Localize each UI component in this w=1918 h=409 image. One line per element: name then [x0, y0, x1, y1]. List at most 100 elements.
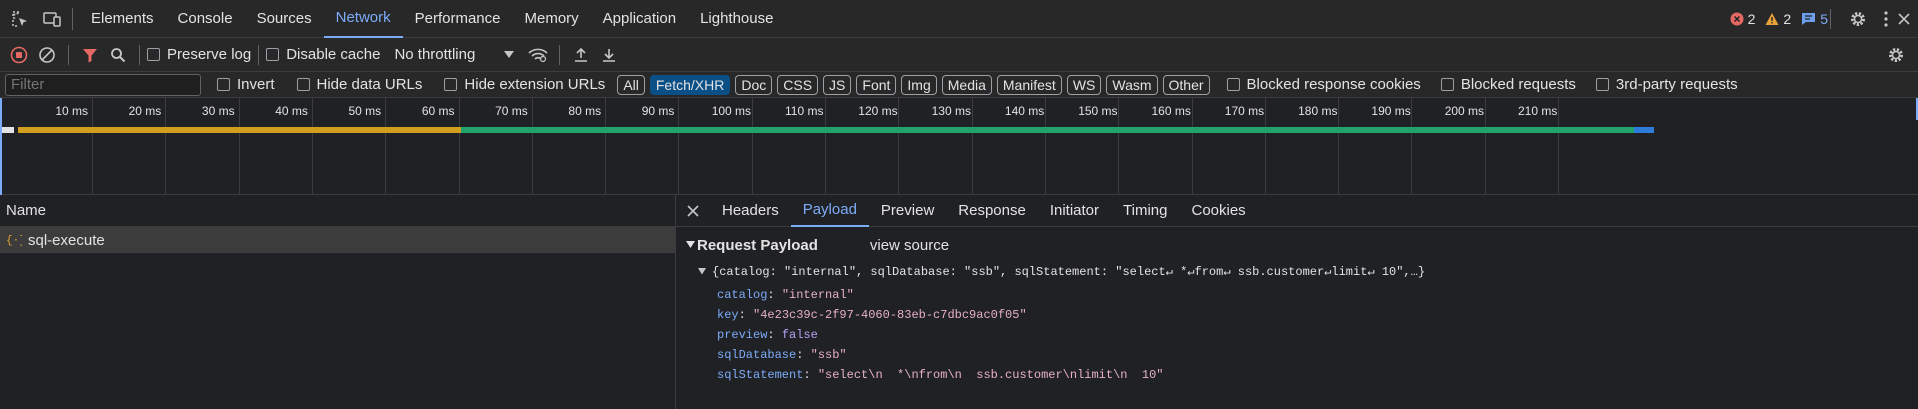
- tab-network[interactable]: Network: [323, 0, 403, 38]
- checkbox-icon[interactable]: [1226, 78, 1240, 91]
- request-row[interactable]: {·} sql-execute: [0, 227, 675, 253]
- colon: :: [796, 348, 811, 362]
- warning-badge[interactable]: 2: [1765, 11, 1791, 27]
- hide-data-urls-checkbox[interactable]: Hide data URLs: [296, 76, 422, 93]
- timeline-tick-label: 100 ms: [711, 104, 752, 118]
- import-har-icon[interactable]: [567, 41, 595, 69]
- section-title: Request Payload: [697, 236, 818, 254]
- type-filter-js[interactable]: JS: [823, 74, 852, 95]
- close-details-icon[interactable]: [676, 197, 710, 225]
- filter-input[interactable]: [5, 73, 201, 96]
- payload-field[interactable]: sqlStatement: "select\n *\nfrom\n ssb.cu…: [717, 365, 1918, 385]
- tab-sources[interactable]: Sources: [245, 0, 324, 38]
- invert-checkbox[interactable]: Invert: [217, 76, 275, 93]
- tab-memory[interactable]: Memory: [513, 0, 591, 38]
- clear-icon[interactable]: [33, 41, 61, 69]
- payload-summary-row[interactable]: {catalog: "internal", sqlDatabase: "ssb"…: [686, 261, 1918, 281]
- export-har-icon[interactable]: [595, 41, 623, 69]
- type-filter-css[interactable]: CSS: [777, 74, 819, 95]
- filter-funnel-icon[interactable]: [76, 41, 104, 69]
- inspect-element-icon[interactable]: [6, 5, 34, 33]
- settings-gear-icon[interactable]: [1844, 5, 1872, 33]
- disable-cache-checkbox[interactable]: Disable cache: [266, 46, 380, 63]
- column-header-name[interactable]: Name: [0, 195, 675, 227]
- throttling-select[interactable]: No throttling: [394, 46, 515, 63]
- timeline-gridline: [1484, 98, 1486, 195]
- timeline-overview[interactable]: 10 ms 20 ms 30 ms 40 ms 50 ms 60 ms 70 ms 80 ms…: [0, 98, 1918, 195]
- tab-elements[interactable]: Elements: [79, 0, 166, 38]
- blocked-cookies-checkbox[interactable]: Blocked response cookies: [1226, 76, 1421, 93]
- payload-field[interactable]: key: "4e23c39c-2f97-4060-83eb-c7dbc9ac0f…: [717, 305, 1918, 325]
- tab-lighthouse[interactable]: Lighthouse: [688, 0, 785, 38]
- timeline-gridline: [165, 98, 167, 195]
- hide-extension-urls-checkbox[interactable]: Hide extension URLs: [444, 76, 605, 93]
- type-filter-font[interactable]: Font: [856, 74, 897, 95]
- filter-bar: Invert Hide data URLs Hide extension URL…: [0, 72, 1918, 98]
- type-filter-manifest[interactable]: Manifest: [996, 74, 1062, 95]
- network-conditions-wifi-icon[interactable]: [524, 41, 552, 69]
- blocked-requests-checkbox[interactable]: Blocked requests: [1440, 76, 1576, 93]
- detail-tab-timing[interactable]: Timing: [1111, 195, 1179, 227]
- tab-application[interactable]: Application: [591, 0, 688, 38]
- third-party-checkbox[interactable]: 3rd-party requests: [1595, 76, 1738, 93]
- type-filter-doc[interactable]: Doc: [735, 74, 773, 95]
- timeline-tick-label: 10 ms: [55, 104, 88, 118]
- record-stop-icon[interactable]: [5, 41, 33, 69]
- detail-tab-payload[interactable]: Payload: [790, 195, 869, 227]
- payload-field[interactable]: preview: false: [717, 325, 1918, 345]
- payload-value: "select\n *\nfrom\n ssb.customer\nlimit\…: [817, 368, 1164, 382]
- timeline-tick-label: 20 ms: [128, 104, 162, 118]
- checkbox-icon[interactable]: [296, 78, 310, 91]
- tab-console[interactable]: Console: [166, 0, 245, 38]
- search-icon[interactable]: [104, 41, 132, 69]
- type-filter-ws[interactable]: WS: [1066, 74, 1102, 95]
- divider: [258, 44, 260, 65]
- timeline-gridline: [1338, 98, 1340, 195]
- error-badge[interactable]: 2: [1730, 11, 1755, 27]
- network-settings-gear-icon[interactable]: [1882, 41, 1910, 69]
- payload-key: sqlStatement: [717, 368, 804, 382]
- preserve-log-checkbox[interactable]: Preserve log: [147, 46, 251, 63]
- status-badges[interactable]: 2 2 5: [1730, 0, 1828, 38]
- colon: :: [767, 288, 782, 302]
- type-filter-fetch-xhr[interactable]: Fetch/XHR: [649, 74, 731, 95]
- detail-tab-headers[interactable]: Headers: [710, 195, 791, 227]
- detail-tab-cookies[interactable]: Cookies: [1179, 195, 1257, 227]
- timeline-tick-label: 190 ms: [1371, 104, 1411, 118]
- checkbox-icon[interactable]: [1595, 78, 1609, 91]
- type-filter-all[interactable]: All: [617, 74, 645, 95]
- close-devtools-icon[interactable]: [1890, 5, 1918, 33]
- checkbox-icon[interactable]: [1440, 78, 1454, 91]
- payload-field[interactable]: sqlDatabase: "ssb": [717, 345, 1918, 365]
- checkbox-icon[interactable]: [217, 78, 230, 91]
- type-filter-img[interactable]: Img: [901, 74, 937, 95]
- type-filter-wasm[interactable]: Wasm: [1106, 74, 1158, 95]
- detail-tab-initiator[interactable]: Initiator: [1038, 195, 1111, 227]
- type-filter-other[interactable]: Other: [1162, 74, 1210, 95]
- detail-tab-response[interactable]: Response: [946, 195, 1038, 227]
- view-source-link[interactable]: view source: [870, 237, 949, 254]
- divider: [72, 7, 73, 30]
- request-payload-header[interactable]: Request Payload view source: [686, 235, 1918, 255]
- checkbox-icon[interactable]: [266, 48, 280, 61]
- type-filter-media[interactable]: Media: [941, 74, 992, 95]
- detail-tab-preview[interactable]: Preview: [869, 195, 946, 227]
- timeline-gridline: [385, 98, 387, 195]
- payload-value: "ssb": [810, 348, 847, 362]
- tab-performance[interactable]: Performance: [403, 0, 513, 38]
- message-badge[interactable]: 5: [1801, 11, 1828, 27]
- payload-field[interactable]: catalog: "internal": [717, 285, 1918, 305]
- message-count: 5: [1820, 11, 1828, 27]
- preserve-log-label: Preserve log: [167, 46, 252, 63]
- timeline-right-handle[interactable]: [1914, 98, 1918, 120]
- timeline-tick-label: 180 ms: [1298, 104, 1338, 118]
- timeline-tick-label: 60 ms: [421, 104, 455, 118]
- checkbox-icon[interactable]: [147, 48, 160, 61]
- hide-extension-urls-label: Hide extension URLs: [464, 76, 606, 93]
- device-toolbar-icon[interactable]: [38, 5, 66, 33]
- timeline-left-handle[interactable]: [0, 98, 4, 195]
- throttling-value: No throttling: [394, 46, 476, 63]
- blocked-cookies-label: Blocked response cookies: [1246, 76, 1421, 93]
- checkbox-icon[interactable]: [444, 78, 458, 91]
- payload-key: sqlDatabase: [717, 348, 797, 362]
